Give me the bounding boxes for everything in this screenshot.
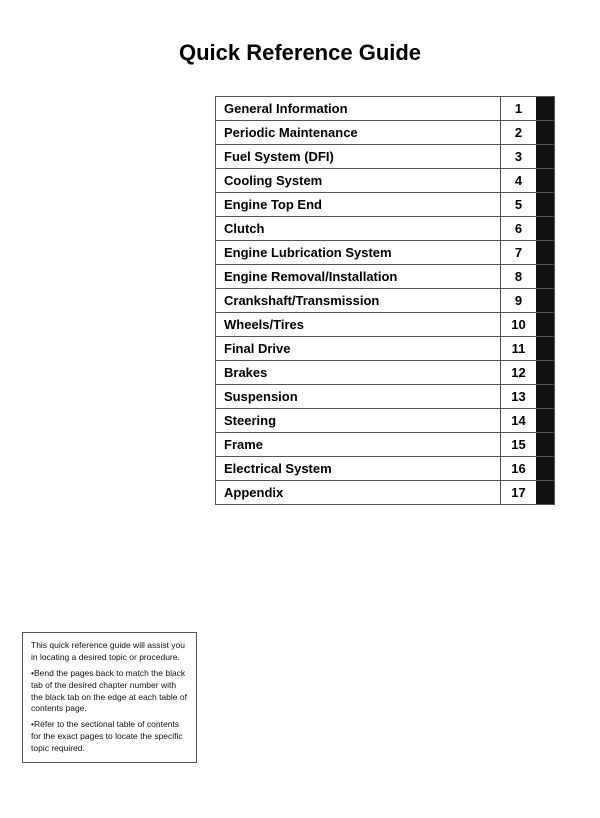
toc-number: 8 — [500, 265, 536, 288]
toc-number: 13 — [500, 385, 536, 408]
toc-label: Appendix — [216, 481, 500, 504]
toc-number: 7 — [500, 241, 536, 264]
toc-tab — [536, 313, 554, 336]
toc-row: Suspension13 — [215, 384, 555, 408]
toc-tab — [536, 145, 554, 168]
toc-label: Engine Removal/Installation — [216, 265, 500, 288]
toc-label: Wheels/Tires — [216, 313, 500, 336]
toc-tab — [536, 241, 554, 264]
note-line3: •Refer to the sectional table of content… — [31, 719, 188, 755]
toc-tab — [536, 169, 554, 192]
note-line2: •Bend the pages back to match the black … — [31, 668, 188, 716]
toc-label: Crankshaft/Transmission — [216, 289, 500, 312]
toc-number: 5 — [500, 193, 536, 216]
note-line1: This quick reference guide will assist y… — [31, 640, 188, 664]
toc-label: Brakes — [216, 361, 500, 384]
toc-row: Fuel System (DFI)3 — [215, 144, 555, 168]
toc-tab — [536, 385, 554, 408]
toc-row: Wheels/Tires10 — [215, 312, 555, 336]
toc-number: 1 — [500, 97, 536, 120]
toc-row: Engine Top End5 — [215, 192, 555, 216]
toc-row: Clutch6 — [215, 216, 555, 240]
toc-row: Engine Lubrication System7 — [215, 240, 555, 264]
toc-label: Clutch — [216, 217, 500, 240]
toc-number: 11 — [500, 337, 536, 360]
toc-label: Fuel System (DFI) — [216, 145, 500, 168]
toc-row: Frame15 — [215, 432, 555, 456]
toc-tab — [536, 97, 554, 120]
toc-number: 9 — [500, 289, 536, 312]
toc-label: Engine Lubrication System — [216, 241, 500, 264]
toc-number: 15 — [500, 433, 536, 456]
toc-number: 14 — [500, 409, 536, 432]
toc-tab — [536, 361, 554, 384]
toc-number: 6 — [500, 217, 536, 240]
toc-row: Cooling System4 — [215, 168, 555, 192]
note-box: This quick reference guide will assist y… — [22, 632, 197, 763]
toc-label: Steering — [216, 409, 500, 432]
toc-tab — [536, 217, 554, 240]
page-title: Quick Reference Guide — [0, 0, 600, 96]
toc-label: Cooling System — [216, 169, 500, 192]
toc-number: 12 — [500, 361, 536, 384]
toc-tab — [536, 409, 554, 432]
toc-row: Engine Removal/Installation8 — [215, 264, 555, 288]
toc-row: Periodic Maintenance2 — [215, 120, 555, 144]
toc-tab — [536, 481, 554, 504]
toc-label: Electrical System — [216, 457, 500, 480]
toc-number: 16 — [500, 457, 536, 480]
toc-container: General Information1Periodic Maintenance… — [215, 96, 555, 505]
toc-number: 10 — [500, 313, 536, 336]
toc-row: Appendix17 — [215, 480, 555, 505]
toc-tab — [536, 433, 554, 456]
toc-tab — [536, 457, 554, 480]
toc-label: General Information — [216, 97, 500, 120]
toc-label: Engine Top End — [216, 193, 500, 216]
toc-tab — [536, 337, 554, 360]
toc-label: Suspension — [216, 385, 500, 408]
toc-tab — [536, 121, 554, 144]
toc-label: Periodic Maintenance — [216, 121, 500, 144]
toc-row: General Information1 — [215, 96, 555, 120]
toc-row: Brakes12 — [215, 360, 555, 384]
toc-tab — [536, 265, 554, 288]
toc-row: Final Drive11 — [215, 336, 555, 360]
toc-label: Final Drive — [216, 337, 500, 360]
toc-tab — [536, 193, 554, 216]
toc-row: Electrical System16 — [215, 456, 555, 480]
toc-number: 4 — [500, 169, 536, 192]
toc-number: 3 — [500, 145, 536, 168]
toc-label: Frame — [216, 433, 500, 456]
toc-number: 2 — [500, 121, 536, 144]
toc-row: Crankshaft/Transmission9 — [215, 288, 555, 312]
toc-tab — [536, 289, 554, 312]
toc-number: 17 — [500, 481, 536, 504]
toc-row: Steering14 — [215, 408, 555, 432]
